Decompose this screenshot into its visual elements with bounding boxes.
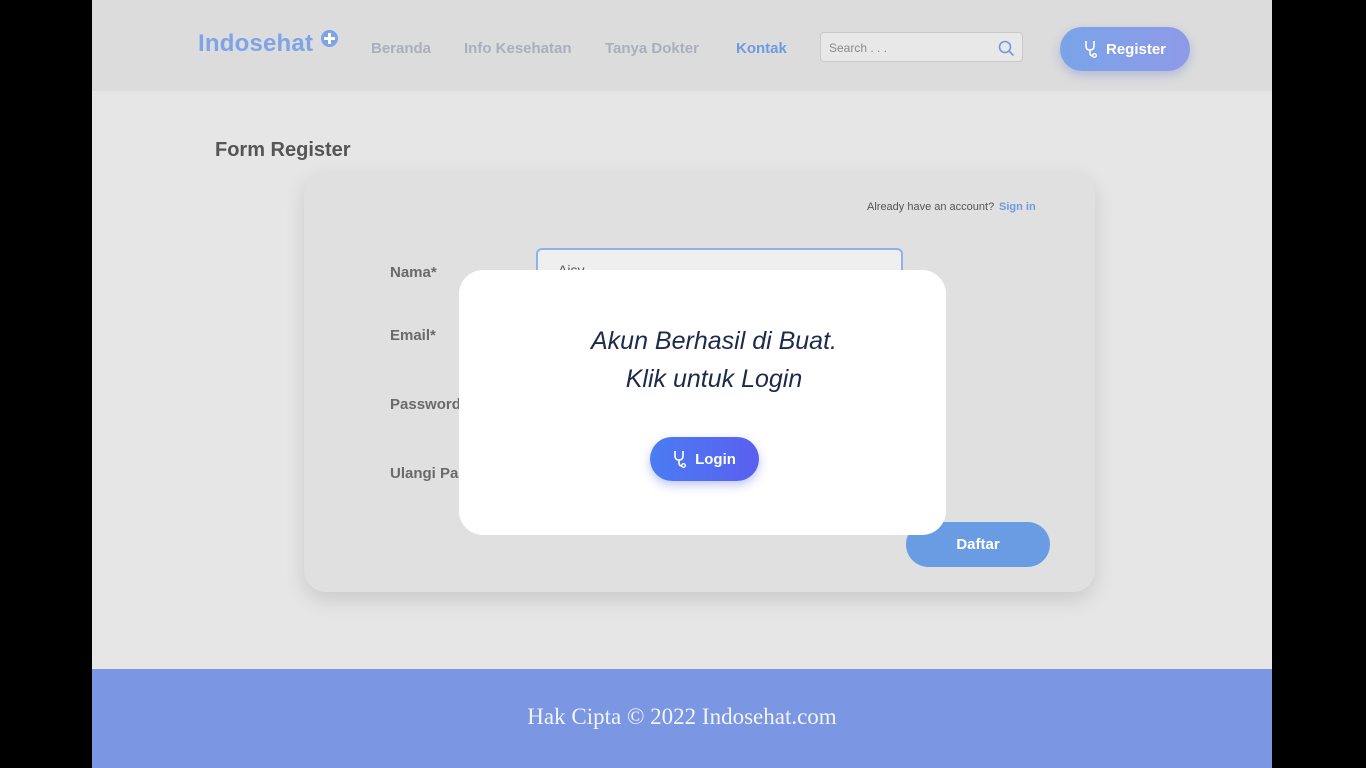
stethoscope-icon: [1085, 41, 1097, 58]
stethoscope-icon: [674, 451, 687, 468]
success-modal: Akun Berhasil di Buat. Klik untuk Login …: [459, 270, 946, 535]
login-button[interactable]: Login: [650, 437, 759, 481]
register-button[interactable]: Register: [1060, 27, 1190, 71]
nav-beranda[interactable]: Beranda: [371, 40, 431, 57]
copyright-text: Hak Cipta © 2022 Indosehat.com: [527, 704, 837, 729]
email-label: Email*: [390, 327, 436, 344]
password-label: Password*: [390, 396, 467, 413]
app-frame: Indosehat Beranda Info Kesehatan Tanya D…: [92, 0, 1272, 768]
search-box: [820, 32, 1023, 62]
nav-tanya-dokter[interactable]: Tanya Dokter: [605, 40, 699, 57]
search-icon[interactable]: [997, 39, 1015, 57]
nav-kontak[interactable]: Kontak: [736, 40, 787, 57]
header: Indosehat Beranda Info Kesehatan Tanya D…: [92, 0, 1272, 91]
already-account-text: Already have an account?: [867, 201, 995, 213]
page-title: Form Register: [215, 139, 351, 161]
nav-info-kesehatan[interactable]: Info Kesehatan: [464, 40, 572, 57]
nama-label: Nama*: [390, 264, 437, 281]
modal-message-line2: Klik untuk Login: [625, 365, 803, 393]
logo[interactable]: Indosehat: [198, 30, 313, 58]
login-label: Login: [695, 450, 736, 468]
register-label: Register: [1105, 40, 1167, 58]
search-input[interactable]: [829, 39, 989, 57]
modal-message-line1: Akun Berhasil di Buat.: [591, 327, 837, 355]
footer: Hak Cipta © 2022 Indosehat.com: [92, 669, 1272, 768]
sign-in-link[interactable]: Sign in: [999, 201, 1036, 213]
plus-icon: [321, 30, 338, 47]
